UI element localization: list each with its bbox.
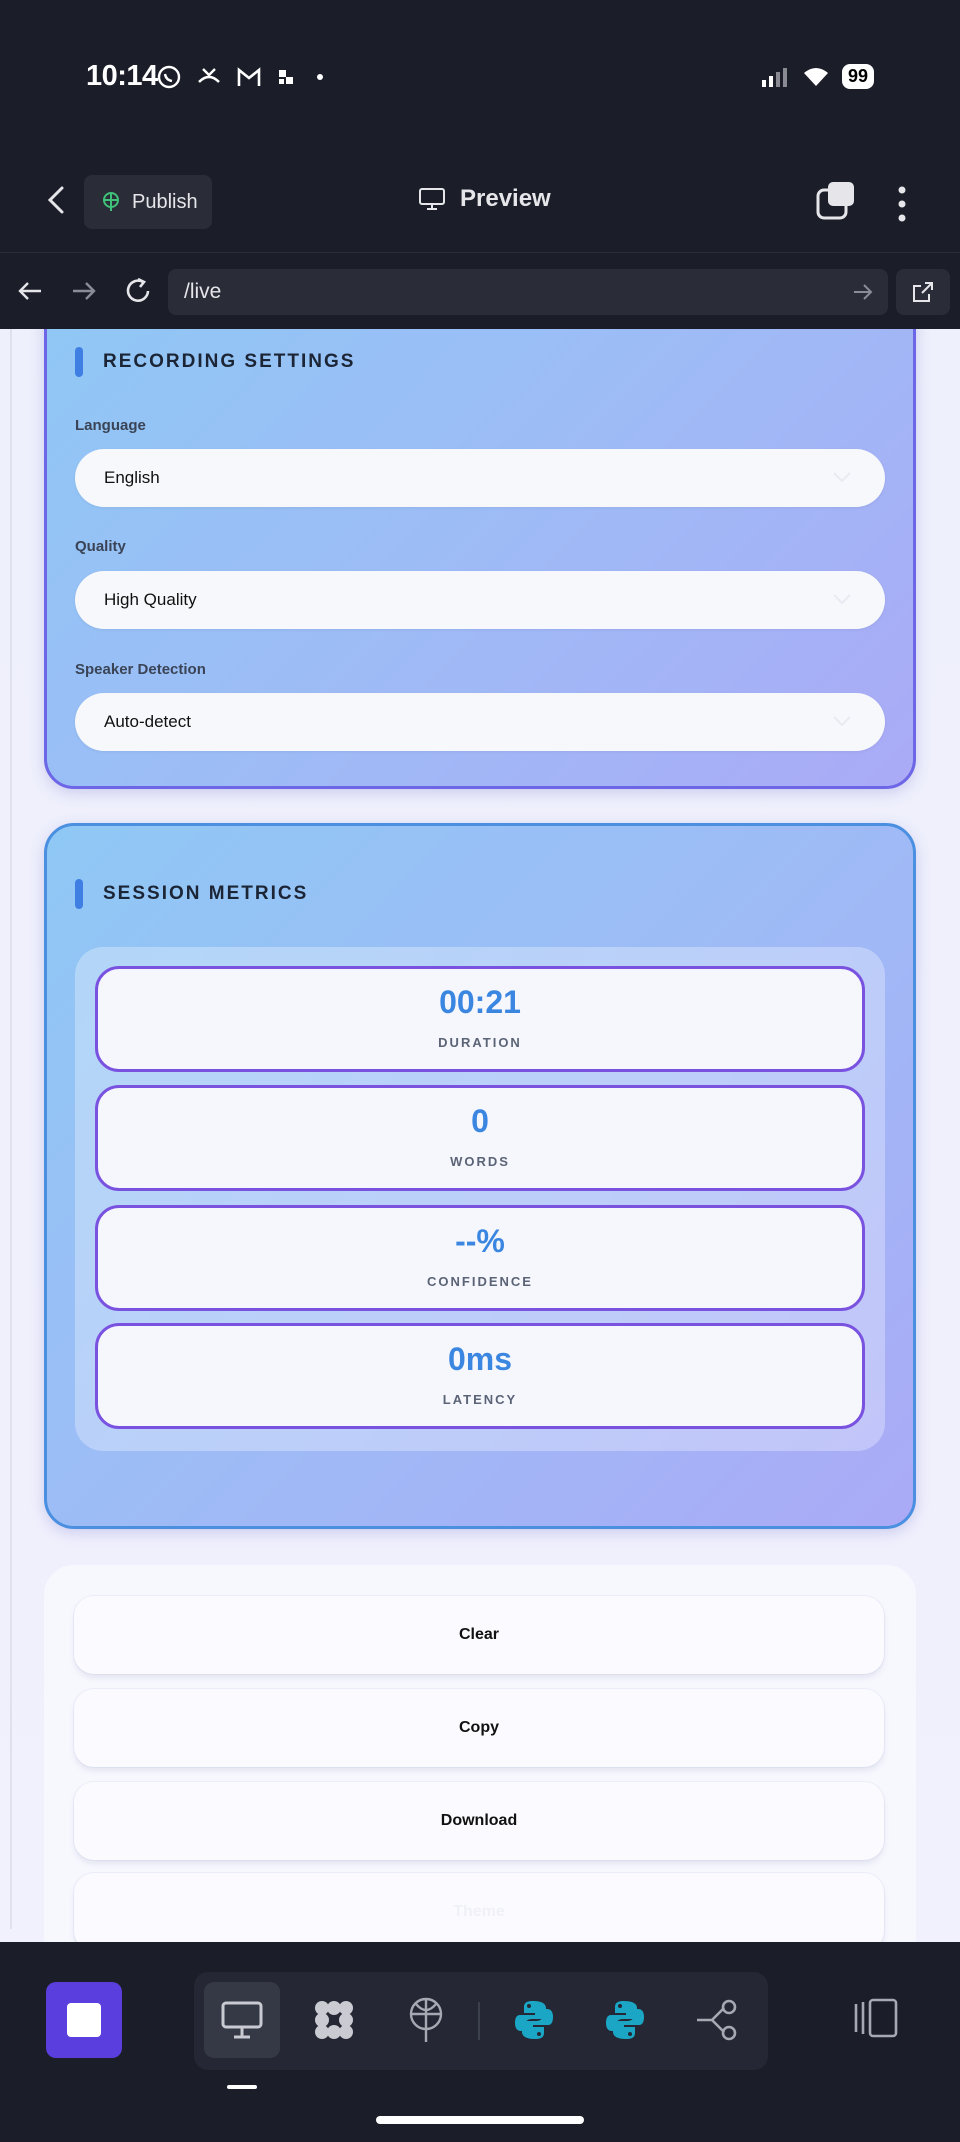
desktop-tool[interactable] [204, 1982, 280, 2058]
theme-button[interactable]: Theme [74, 1873, 884, 1942]
metric-value: --% [455, 1223, 505, 1259]
nav-back-button[interactable] [10, 271, 50, 311]
desktop-icon [221, 2001, 263, 2039]
page-content: RECORDING SETTINGS Language English Qual… [0, 329, 960, 1942]
metric-value: 00:21 [439, 984, 521, 1020]
notification-icons [156, 64, 330, 90]
download-button[interactable]: Download [74, 1782, 884, 1860]
speaker-detection-value: Auto-detect [104, 712, 191, 731]
system-icons: 99 [760, 64, 874, 89]
sidebar-toggle-icon[interactable] [852, 1996, 900, 2040]
metric-label: DURATION [438, 1035, 522, 1050]
recording-settings-card: RECORDING SETTINGS Language English Qual… [44, 329, 916, 789]
arrow-left-icon [18, 282, 41, 300]
clear-button[interactable]: Clear [74, 1596, 884, 1674]
language-label: Language [75, 417, 146, 434]
metric-latency: 0ms LATENCY [95, 1323, 865, 1429]
bottom-dock [0, 1942, 960, 2142]
language-value: English [104, 468, 160, 487]
stop-button[interactable] [46, 1982, 122, 2058]
metric-value: 0ms [447, 1341, 513, 1377]
speaker-detection-label: Speaker Detection [75, 661, 206, 678]
open-external-button[interactable] [896, 269, 950, 315]
session-metrics-heading: SESSION METRICS [75, 879, 308, 909]
monitor-icon [419, 188, 445, 210]
app-icon [279, 70, 293, 84]
quality-label: Quality [75, 538, 126, 555]
copy-button[interactable]: Copy [74, 1689, 884, 1767]
apps-tool[interactable] [296, 1982, 372, 2058]
publish-button[interactable]: Publish [84, 175, 212, 229]
nav-forward-button[interactable] [64, 271, 104, 311]
back-icon[interactable] [40, 180, 72, 220]
missed-call-icon [198, 68, 220, 83]
speaker-detection-select[interactable]: Auto-detect [75, 693, 885, 751]
external-link-icon [913, 282, 933, 302]
section-title: RECORDING SETTINGS [103, 351, 356, 372]
recording-settings-heading: RECORDING SETTINGS [75, 347, 355, 377]
deploy-tool[interactable] [388, 1982, 464, 2058]
tool-divider [478, 2002, 480, 2040]
metric-value: 0 [471, 1103, 489, 1139]
chevron-down-icon [833, 594, 851, 605]
language-select[interactable]: English [75, 449, 885, 507]
python-icon [606, 2001, 644, 2039]
section-accent-bar [75, 347, 83, 377]
url-text: /live [184, 280, 222, 303]
more-icon[interactable] [892, 184, 912, 224]
publish-globe-icon [103, 192, 119, 211]
section-accent-bar [75, 879, 83, 909]
antenna-icon [409, 1997, 443, 2042]
preview-title-label: Preview [460, 185, 551, 212]
section-title: SESSION METRICS [103, 883, 309, 904]
home-indicator [376, 2116, 584, 2124]
metric-duration: 00:21 DURATION [95, 966, 865, 1072]
metrics-list: 00:21 DURATION 0 WORDS --% CONFIDENCE 0m… [75, 947, 885, 1451]
content-divider [10, 329, 12, 1929]
dots-grid-icon [315, 2001, 353, 2039]
go-icon[interactable] [852, 281, 874, 303]
actions-card: Clear Copy Download Theme [44, 1565, 916, 1942]
url-input[interactable]: /live [168, 269, 888, 315]
reload-icon [126, 277, 150, 302]
quality-select[interactable]: High Quality [75, 571, 885, 629]
active-tool-indicator [227, 2085, 257, 2089]
gmail-icon [237, 67, 261, 86]
share-nodes-icon [697, 1999, 737, 2041]
python-icon [515, 2001, 553, 2039]
chevron-down-icon [833, 472, 851, 483]
stop-icon [67, 2003, 101, 2037]
share-tool[interactable] [679, 1982, 755, 2058]
whatsapp-icon [157, 65, 181, 89]
metric-label: WORDS [450, 1154, 510, 1169]
metric-label: CONFIDENCE [427, 1274, 533, 1289]
metric-label: LATENCY [442, 1392, 518, 1407]
session-metrics-card: SESSION METRICS 00:21 DURATION 0 WORDS -… [44, 823, 916, 1529]
tool-group [194, 1972, 768, 2070]
status-time: 10:14 [86, 60, 158, 92]
preview-title[interactable]: Preview [418, 185, 551, 213]
reload-button[interactable] [118, 271, 158, 311]
python-tool-1[interactable] [496, 1982, 572, 2058]
app-bar: Publish Preview [0, 150, 960, 250]
quality-value: High Quality [104, 590, 197, 609]
metric-confidence: --% CONFIDENCE [95, 1205, 865, 1311]
metric-words: 0 WORDS [95, 1085, 865, 1191]
status-bar: 10:14 99 [0, 0, 960, 150]
chevron-down-icon [833, 716, 851, 727]
battery-indicator: 99 [841, 64, 874, 89]
windows-icon[interactable] [814, 180, 858, 224]
dot-icon [317, 74, 323, 80]
python-tool-2[interactable] [587, 1982, 663, 2058]
url-bar: /live [0, 252, 960, 329]
signal-icon [761, 67, 787, 87]
publish-label: Publish [132, 190, 198, 213]
wifi-icon [803, 67, 828, 86]
arrow-right-icon [73, 282, 96, 300]
